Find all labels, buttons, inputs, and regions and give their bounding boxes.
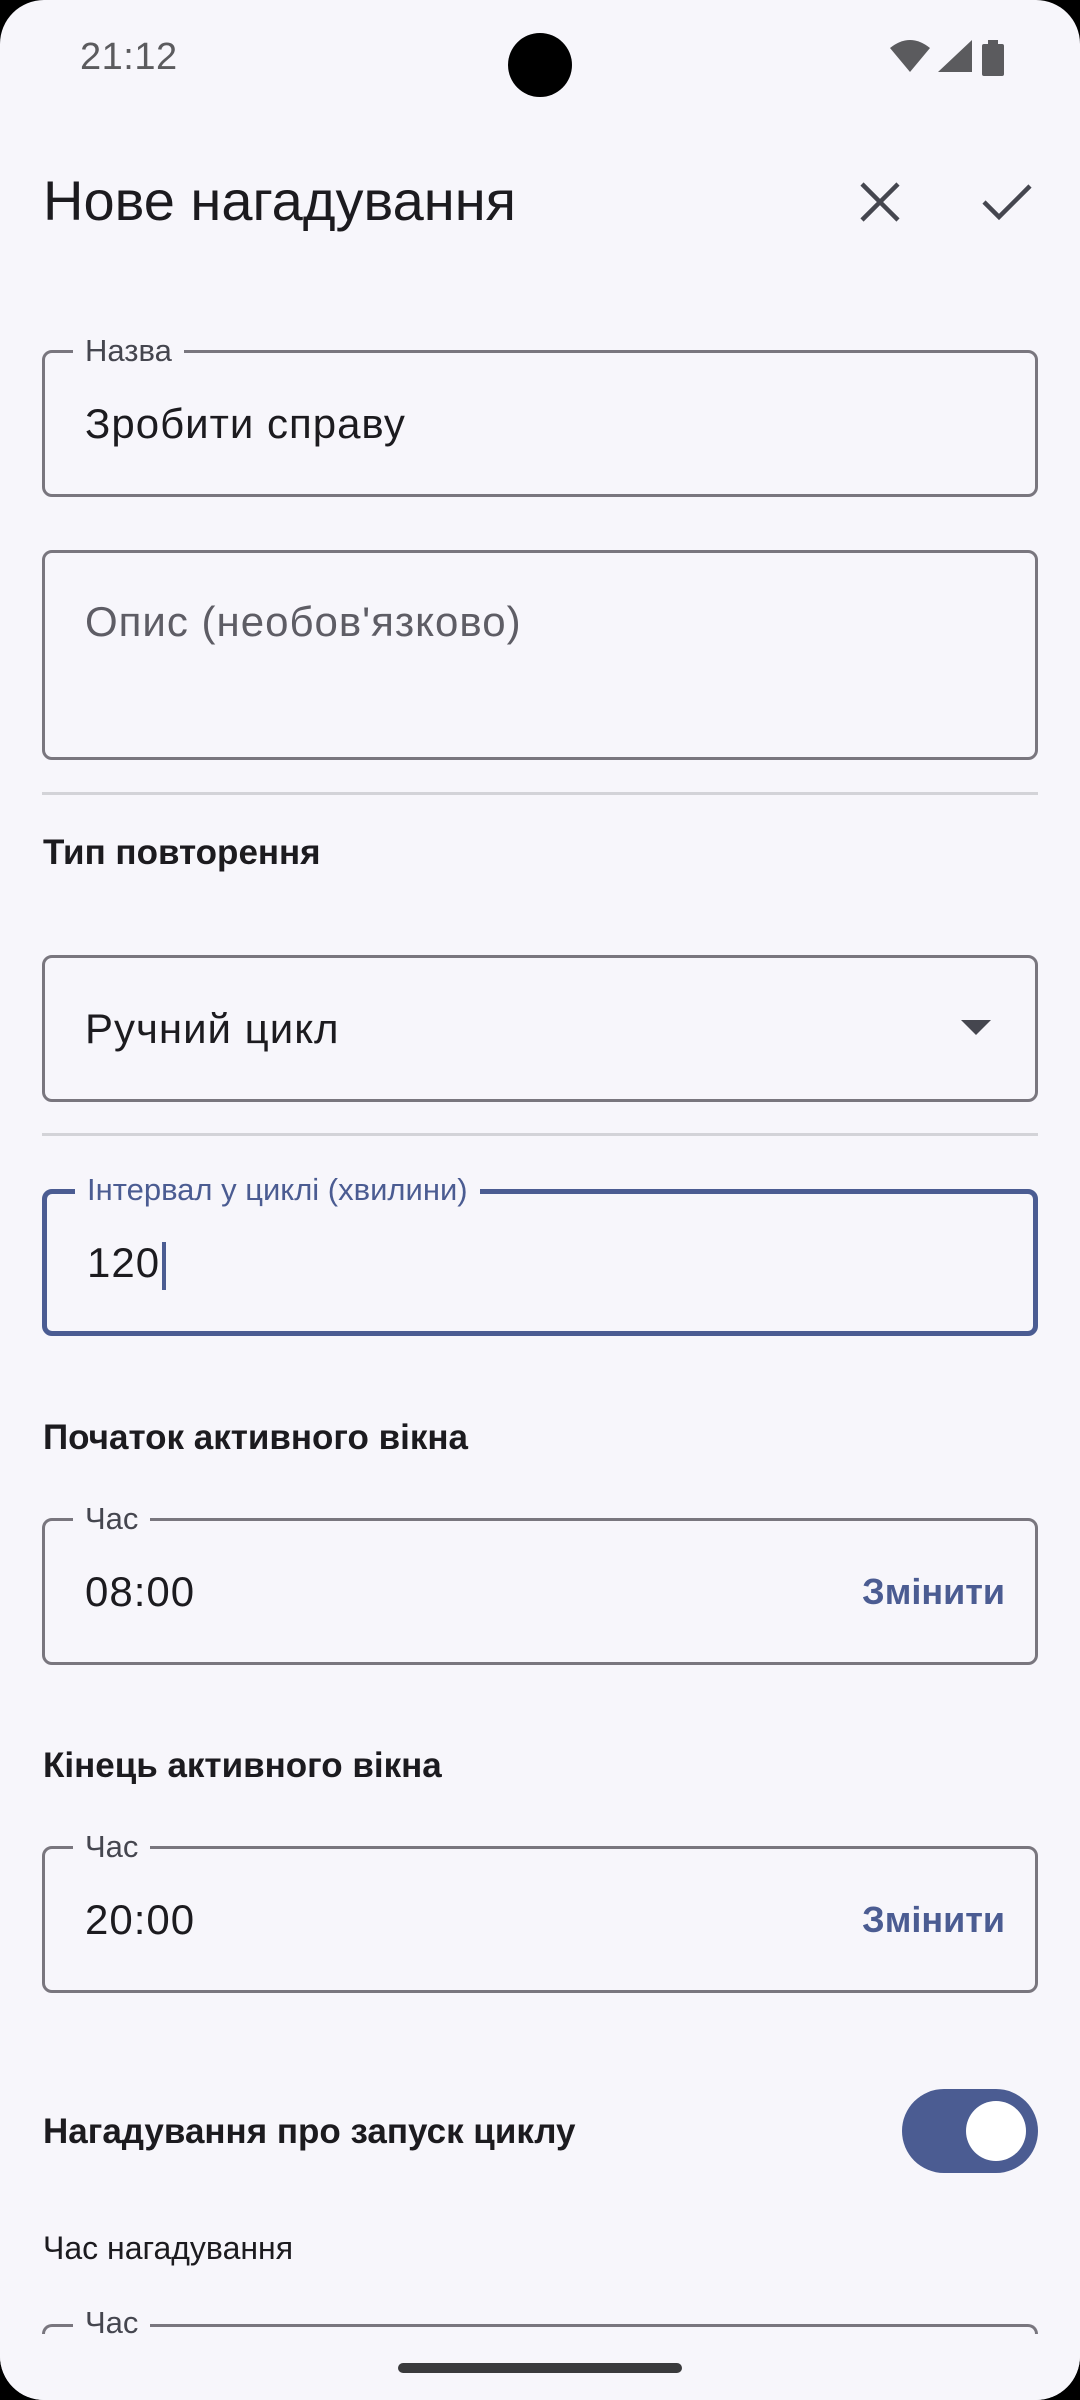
description-field[interactable]: Опис (необов'язково) [42,550,1038,760]
window-end-value: 20:00 [85,1896,196,1943]
page-title: Нове нагадування [43,169,516,232]
app-screen: 21:12 Нове нагадування Назва Зробити спр… [0,0,1080,2400]
wifi-icon [890,40,930,72]
signal-icon [938,40,972,72]
window-start-label: Час [73,1501,151,1537]
check-icon [982,184,1032,221]
battery-icon [982,40,1004,76]
divider [42,1133,1038,1136]
repeat-type-selected: Ручний цикл [85,1005,340,1052]
save-button[interactable] [965,160,1049,244]
front-camera [508,33,572,97]
switch-thumb [966,2101,1026,2161]
divider [42,792,1038,795]
window-end-change-button[interactable]: Змінити [862,1899,1005,1941]
repeat-type-heading: Тип повторення [43,833,321,872]
close-icon [860,182,900,222]
text-cursor [162,1241,167,1290]
window-end-field[interactable]: Час 20:00 Змінити [42,1829,1038,1993]
window-start-field[interactable]: Час 08:00 Змінити [42,1501,1038,1665]
repeat-type-dropdown[interactable]: Ручний цикл [42,955,1038,1102]
interval-field-value: 120 [87,1239,167,1290]
status-icons [890,40,1020,76]
name-field-value: Зробити справу [85,400,406,447]
status-time: 21:12 [80,36,178,78]
close-button[interactable] [838,160,922,244]
description-placeholder: Опис (необов'язково) [85,598,522,645]
window-start-value: 08:00 [85,1568,196,1615]
name-field[interactable]: Назва Зробити справу [42,333,1038,497]
interval-field-label: Інтервал у циклі (хвилини) [75,1172,480,1208]
window-start-change-button[interactable]: Змінити [862,1571,1005,1613]
window-end-heading: Кінець активного вікна [43,1746,442,1785]
reminder-time-label: Час нагадування [43,2230,294,2266]
name-field-label: Назва [73,333,184,369]
dropdown-arrow-icon [961,1020,991,1035]
cycle-reminder-switch[interactable] [902,2089,1038,2173]
cycle-reminder-heading: Нагадування про запуск циклу [43,2112,576,2151]
home-indicator[interactable] [398,2363,682,2373]
window-end-label: Час [73,1829,151,1865]
interval-field[interactable]: Інтервал у циклі (хвилини) 120 [42,1172,1038,1336]
window-start-heading: Початок активного вікна [43,1418,469,1457]
